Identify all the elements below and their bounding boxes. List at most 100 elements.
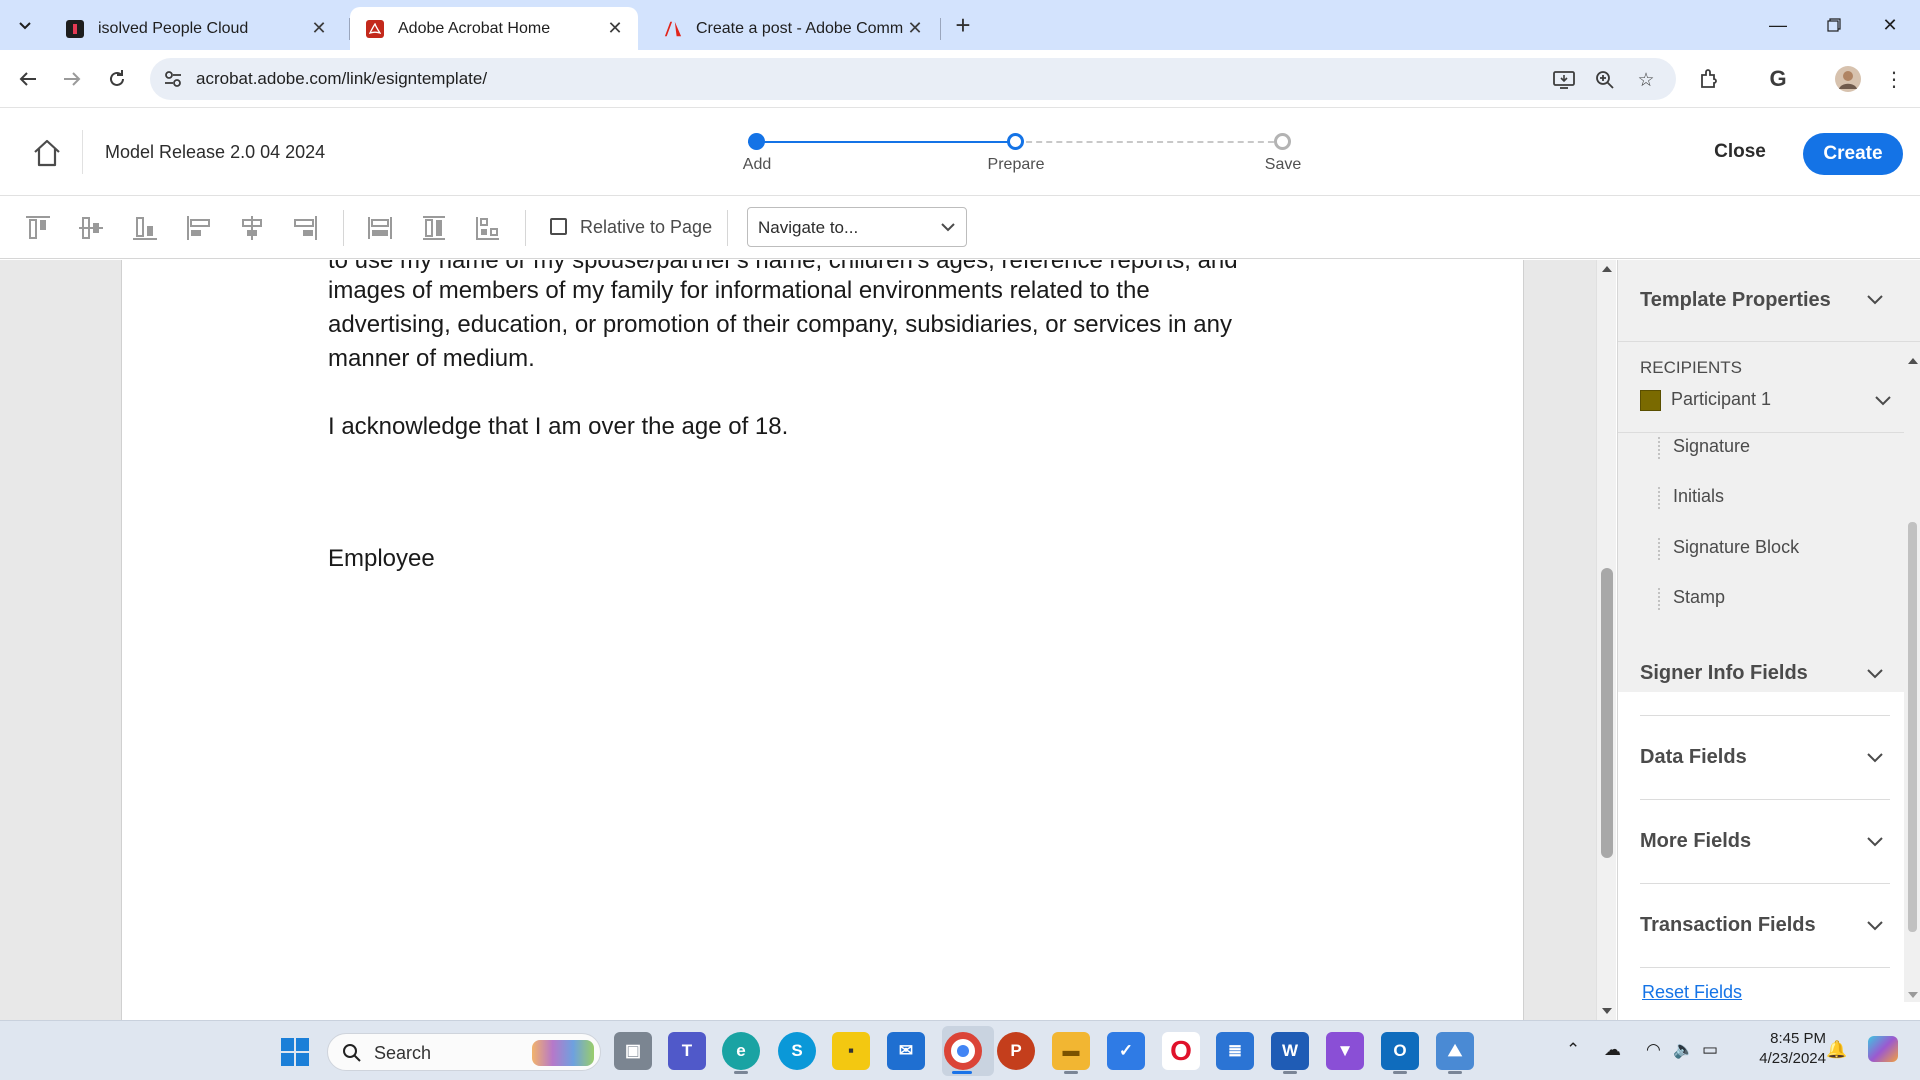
teams-icon[interactable]: T	[668, 1032, 706, 1070]
align-left-icon[interactable]	[185, 214, 213, 242]
close-window-button[interactable]: ✕	[1862, 0, 1918, 50]
section-more-fields[interactable]: More Fields	[1640, 800, 1890, 884]
workflow-stepper: Add Prepare Save	[743, 132, 1301, 182]
section-data-fields[interactable]: Data Fields	[1640, 716, 1890, 800]
tab-adobe-acrobat-home[interactable]: Adobe Acrobat Home ✕	[350, 7, 638, 50]
field-signature-block[interactable]: Signature Block	[1673, 537, 1799, 558]
tab-adobe-community[interactable]: Create a post - Adobe Commu ✕	[648, 7, 938, 50]
scroll-down-arrow-icon[interactable]	[1602, 1008, 1612, 1014]
match-width-icon[interactable]	[366, 214, 394, 242]
taskbar-search[interactable]: Search	[327, 1033, 601, 1071]
opera-icon[interactable]: O	[1162, 1032, 1200, 1070]
outlook-icon[interactable]: O	[1381, 1032, 1419, 1070]
volume-icon[interactable]: 🔈	[1673, 1040, 1694, 1060]
align-center-icon[interactable]	[238, 214, 266, 242]
running-indicator	[952, 1071, 972, 1074]
chevron-down-icon	[941, 223, 955, 232]
scroll-down-arrow-icon[interactable]	[1908, 992, 1918, 998]
back-button[interactable]	[11, 62, 45, 96]
bookmark-star-icon[interactable]: ☆	[1634, 68, 1658, 92]
participant-name[interactable]: Participant 1	[1671, 389, 1771, 410]
install-app-icon[interactable]	[1552, 68, 1576, 92]
match-height-icon[interactable]	[420, 214, 448, 242]
section-label: Transaction Fields	[1640, 914, 1816, 936]
profile-avatar[interactable]	[1834, 65, 1862, 93]
notepad-icon[interactable]: ≣	[1216, 1032, 1254, 1070]
reset-fields-link[interactable]: Reset Fields	[1642, 982, 1742, 1003]
chevron-down-icon[interactable]	[1874, 391, 1892, 409]
windows-start-icon[interactable]	[280, 1037, 310, 1067]
close-tab-icon[interactable]: ✕	[904, 18, 926, 40]
field-initials[interactable]: Initials	[1673, 486, 1724, 507]
chrome-menu-icon[interactable]: ⋮	[1880, 65, 1908, 93]
skype-icon[interactable]: S	[778, 1032, 816, 1070]
edge-icon[interactable]: e	[722, 1032, 760, 1070]
scrollbar-thumb[interactable]	[1908, 522, 1917, 932]
site-settings-icon[interactable]	[162, 68, 184, 90]
relative-to-page-checkbox[interactable]	[550, 218, 567, 235]
field-stamp[interactable]: Stamp	[1673, 587, 1725, 608]
section-signer-info-fields[interactable]: Signer Info Fields	[1640, 632, 1890, 716]
align-right-icon[interactable]	[291, 214, 319, 242]
close-tab-icon[interactable]: ✕	[308, 18, 330, 40]
section-transaction-fields[interactable]: Transaction Fields	[1640, 884, 1890, 968]
search-icon	[343, 1044, 361, 1062]
forward-button[interactable]	[55, 62, 89, 96]
address-bar[interactable]: acrobat.adobe.com/link/esigntemplate/ ☆	[150, 58, 1676, 100]
photos-icon[interactable]: ⛰	[1436, 1032, 1474, 1070]
field-signature[interactable]: Signature	[1673, 436, 1750, 457]
tab-search-button[interactable]	[10, 12, 40, 38]
panel-scrollbar[interactable]	[1904, 352, 1920, 1002]
battery-icon[interactable]: ▭	[1702, 1040, 1718, 1060]
new-tab-button[interactable]: +	[948, 10, 978, 40]
align-bottom-icon[interactable]	[131, 214, 159, 242]
close-button[interactable]: Close	[1700, 132, 1780, 172]
search-highlight-image	[532, 1040, 594, 1066]
notification-bell-icon[interactable]: 🔔	[1826, 1040, 1847, 1060]
divider	[1618, 432, 1920, 433]
template-properties-header[interactable]: Template Properties	[1618, 260, 1920, 342]
wifi-icon[interactable]: ◠	[1646, 1040, 1661, 1060]
tab-isolved[interactable]: isolved People Cloud ✕	[50, 7, 342, 50]
step-save-dot[interactable]	[1274, 133, 1291, 150]
minimize-button[interactable]: —	[1750, 0, 1806, 50]
distribute-icon[interactable]	[474, 214, 502, 242]
clock-time: 8:45 PM	[1770, 1030, 1826, 1047]
step-prepare-dot[interactable]	[1007, 133, 1024, 150]
file-explorer-icon[interactable]: ▬	[1052, 1032, 1090, 1070]
sticky-notes-icon[interactable]: ▪	[832, 1032, 870, 1070]
document-scrollbar[interactable]	[1596, 260, 1616, 1020]
show-hidden-icons-icon[interactable]: ⌃	[1566, 1040, 1580, 1060]
home-icon[interactable]	[30, 136, 64, 170]
document-viewport[interactable]: to use my name or my spouse/partner's na…	[0, 260, 1616, 1020]
align-top-icon[interactable]	[24, 214, 52, 242]
extensions-icon[interactable]	[1695, 65, 1723, 93]
document-page[interactable]: to use my name or my spouse/partner's na…	[121, 260, 1524, 1020]
scroll-up-arrow-icon[interactable]	[1908, 358, 1918, 364]
align-middle-icon[interactable]	[77, 214, 105, 242]
task-view-icon[interactable]: ▣	[614, 1032, 652, 1070]
navigate-to-value: Navigate to...	[758, 218, 859, 237]
reload-button[interactable]	[100, 62, 134, 96]
close-tab-icon[interactable]: ✕	[604, 18, 626, 40]
vpn-icon[interactable]: ▼	[1326, 1032, 1364, 1070]
mail-icon[interactable]: ✉	[887, 1032, 925, 1070]
tab-title: Create a post - Adobe Commu	[696, 19, 904, 37]
step-add-dot[interactable]	[748, 133, 765, 150]
copilot-icon[interactable]	[1868, 1036, 1898, 1062]
scrollbar-thumb[interactable]	[1601, 568, 1613, 858]
grammarly-g-icon[interactable]: G	[1764, 65, 1792, 93]
taskbar-clock[interactable]: 8:45 PM 4/23/2024	[1736, 1029, 1826, 1069]
word-icon[interactable]: W	[1271, 1032, 1309, 1070]
powerpoint-icon[interactable]: P	[997, 1032, 1035, 1070]
navigate-to-dropdown[interactable]: Navigate to...	[747, 207, 967, 247]
tab-separator	[940, 18, 941, 40]
scroll-up-arrow-icon[interactable]	[1602, 266, 1612, 272]
restore-button[interactable]	[1806, 0, 1862, 50]
chrome-icon[interactable]	[944, 1032, 982, 1070]
create-button[interactable]: Create	[1803, 133, 1903, 175]
toolbar-separator	[727, 210, 728, 246]
todo-icon[interactable]: ✓	[1107, 1032, 1145, 1070]
zoom-icon[interactable]	[1593, 68, 1617, 92]
onedrive-cloud-icon[interactable]: ☁	[1604, 1040, 1621, 1060]
